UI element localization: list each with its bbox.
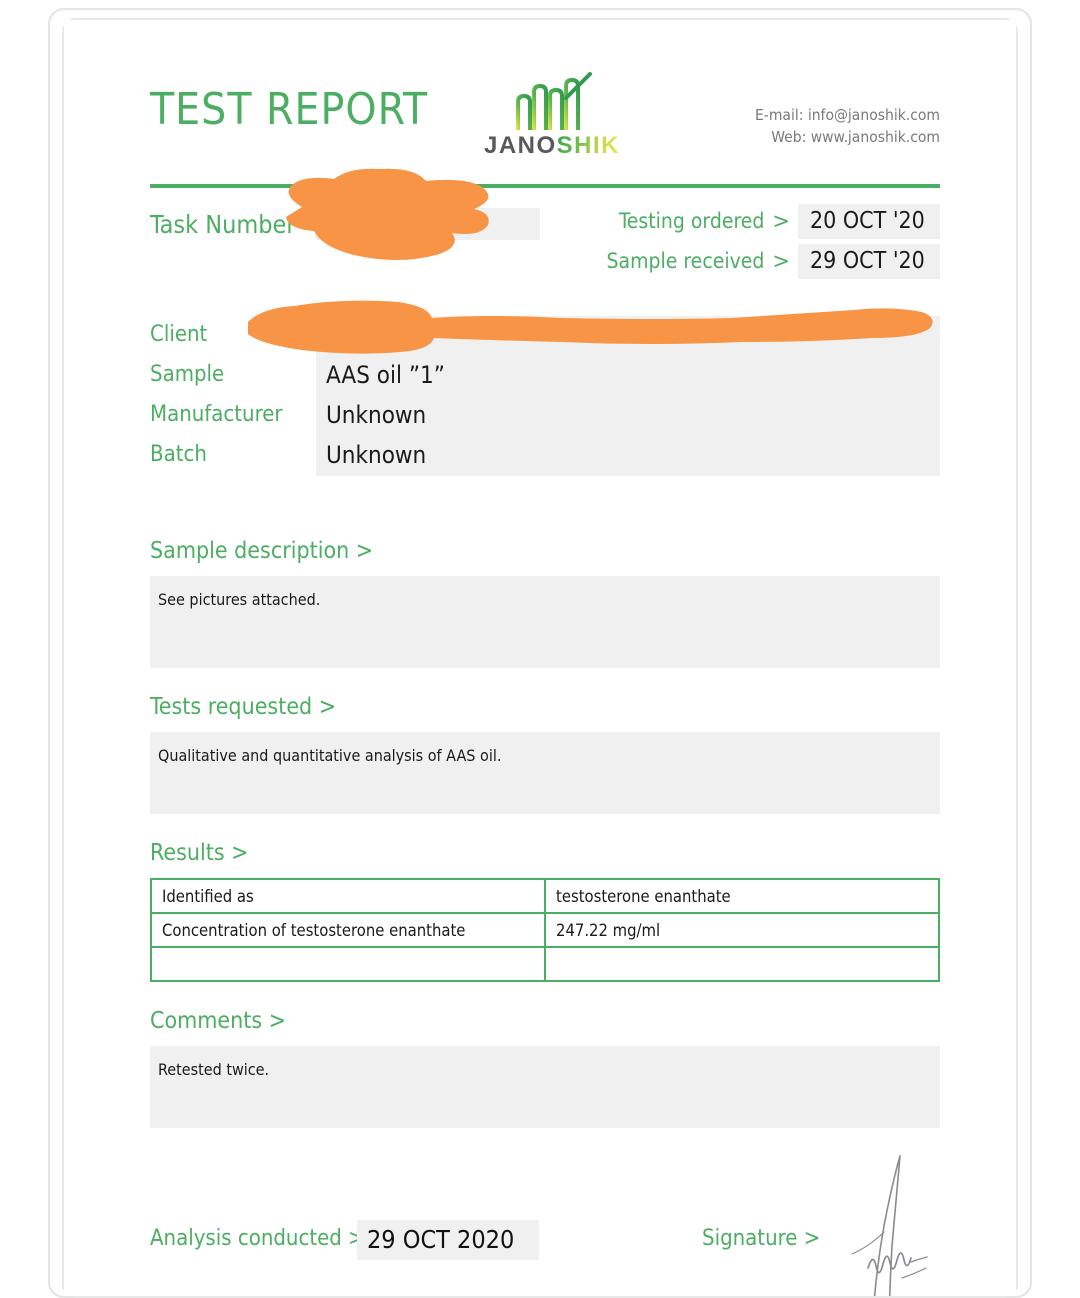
results-section: Results > Identified as testosterone ena… bbox=[150, 840, 940, 982]
info-row-client: Client Fran bbox=[150, 316, 940, 356]
report-footer: Analysis conducted > 29 OCT 2020 Signatu… bbox=[150, 1155, 940, 1296]
sample-description-section: Sample description > See pictures attach… bbox=[150, 538, 940, 668]
info-value-batch: Unknown bbox=[316, 436, 940, 476]
contact-web: Web: www.janoshik.com bbox=[771, 128, 940, 147]
brand-wordmark: JANOSHIK bbox=[472, 134, 632, 158]
brand-wordmark-shik: SHIK bbox=[556, 132, 621, 159]
analysis-conducted-label: Analysis conducted > bbox=[150, 1226, 365, 1251]
info-value-manufacturer: Unknown bbox=[316, 396, 940, 436]
results-value-identified-as: testosterone enanthate bbox=[544, 878, 940, 914]
info-row-batch: Batch Unknown bbox=[150, 436, 940, 476]
results-value-empty bbox=[544, 946, 940, 982]
header-divider bbox=[150, 184, 940, 188]
testing-ordered-label: Testing ordered bbox=[618, 209, 765, 233]
testing-ordered-caret-icon: > bbox=[772, 209, 790, 233]
results-heading: Results > bbox=[150, 840, 249, 866]
contact-email: E-mail: info@janoshik.com bbox=[754, 106, 940, 124]
sample-info-fields: Client Fran Sample AAS oil ”1” Manufactu… bbox=[150, 316, 940, 476]
comments-body: Retested twice. bbox=[150, 1046, 940, 1128]
results-table: Identified as testosterone enanthate Con… bbox=[150, 878, 940, 982]
contact-info: E-mail: info@janoshik.com Web: www.janos… bbox=[755, 104, 940, 149]
table-row: Concentration of testosterone enanthate … bbox=[150, 912, 940, 948]
report-sheet: TEST REPORT JANOSHIK E-mail: info@janosh… bbox=[64, 20, 1016, 1296]
info-row-sample: Sample AAS oil ”1” bbox=[150, 356, 940, 396]
comments-section: Comments > Retested twice. bbox=[150, 1008, 940, 1128]
handwritten-signature-icon bbox=[851, 1155, 928, 1296]
results-key-concentration: Concentration of testosterone enanthate bbox=[150, 912, 546, 948]
table-row: Identified as testosterone enanthate bbox=[150, 878, 940, 914]
task-number-field bbox=[316, 208, 540, 240]
sample-received-label: Sample received bbox=[606, 249, 765, 273]
analysis-conducted-date: 29 OCT 2020 bbox=[357, 1220, 539, 1260]
task-number-label: Task Number bbox=[150, 210, 296, 239]
info-label-batch: Batch bbox=[150, 442, 207, 467]
brand-logo: JANOSHIK bbox=[472, 72, 632, 158]
comments-heading: Comments > bbox=[150, 1008, 287, 1034]
info-label-manufacturer: Manufacturer bbox=[150, 402, 283, 427]
results-key-identified-as: Identified as bbox=[150, 878, 546, 914]
report-header: TEST REPORT JANOSHIK E-mail: info@janosh… bbox=[150, 62, 940, 178]
info-label-sample: Sample bbox=[150, 362, 225, 387]
tests-requested-body: Qualitative and quantitative analysis of… bbox=[150, 732, 940, 814]
results-key-empty bbox=[150, 946, 546, 982]
upward-bar-chart-icon bbox=[516, 72, 592, 130]
task-and-dates-row: Task Number Testing ordered > 20 OCT '20… bbox=[150, 203, 940, 292]
tests-requested-section: Tests requested > Qualitative and quanti… bbox=[150, 694, 940, 814]
sample-description-body: See pictures attached. bbox=[150, 576, 940, 668]
testing-ordered-value: 20 OCT '20 bbox=[798, 203, 940, 239]
sample-description-heading: Sample description > bbox=[150, 538, 374, 564]
sample-received-value: 29 OCT '20 bbox=[798, 243, 940, 279]
table-row bbox=[150, 946, 940, 982]
info-value-sample: AAS oil ”1” bbox=[316, 356, 940, 396]
brand-wordmark-jano: JANO bbox=[483, 132, 557, 159]
report-content: TEST REPORT JANOSHIK E-mail: info@janosh… bbox=[150, 20, 940, 1296]
info-label-client: Client bbox=[150, 322, 208, 347]
sample-received-row: Sample received > 29 OCT '20 bbox=[606, 243, 940, 279]
signature-label: Signature > bbox=[702, 1226, 821, 1251]
testing-ordered-row: Testing ordered > 20 OCT '20 bbox=[618, 203, 940, 239]
sample-received-caret-icon: > bbox=[772, 249, 790, 273]
info-value-client: Fran bbox=[316, 316, 940, 356]
info-row-manufacturer: Manufacturer Unknown bbox=[150, 396, 940, 436]
results-value-concentration: 247.22 mg/ml bbox=[544, 912, 940, 948]
page-title: TEST REPORT bbox=[150, 84, 429, 135]
tests-requested-heading: Tests requested > bbox=[150, 694, 337, 720]
